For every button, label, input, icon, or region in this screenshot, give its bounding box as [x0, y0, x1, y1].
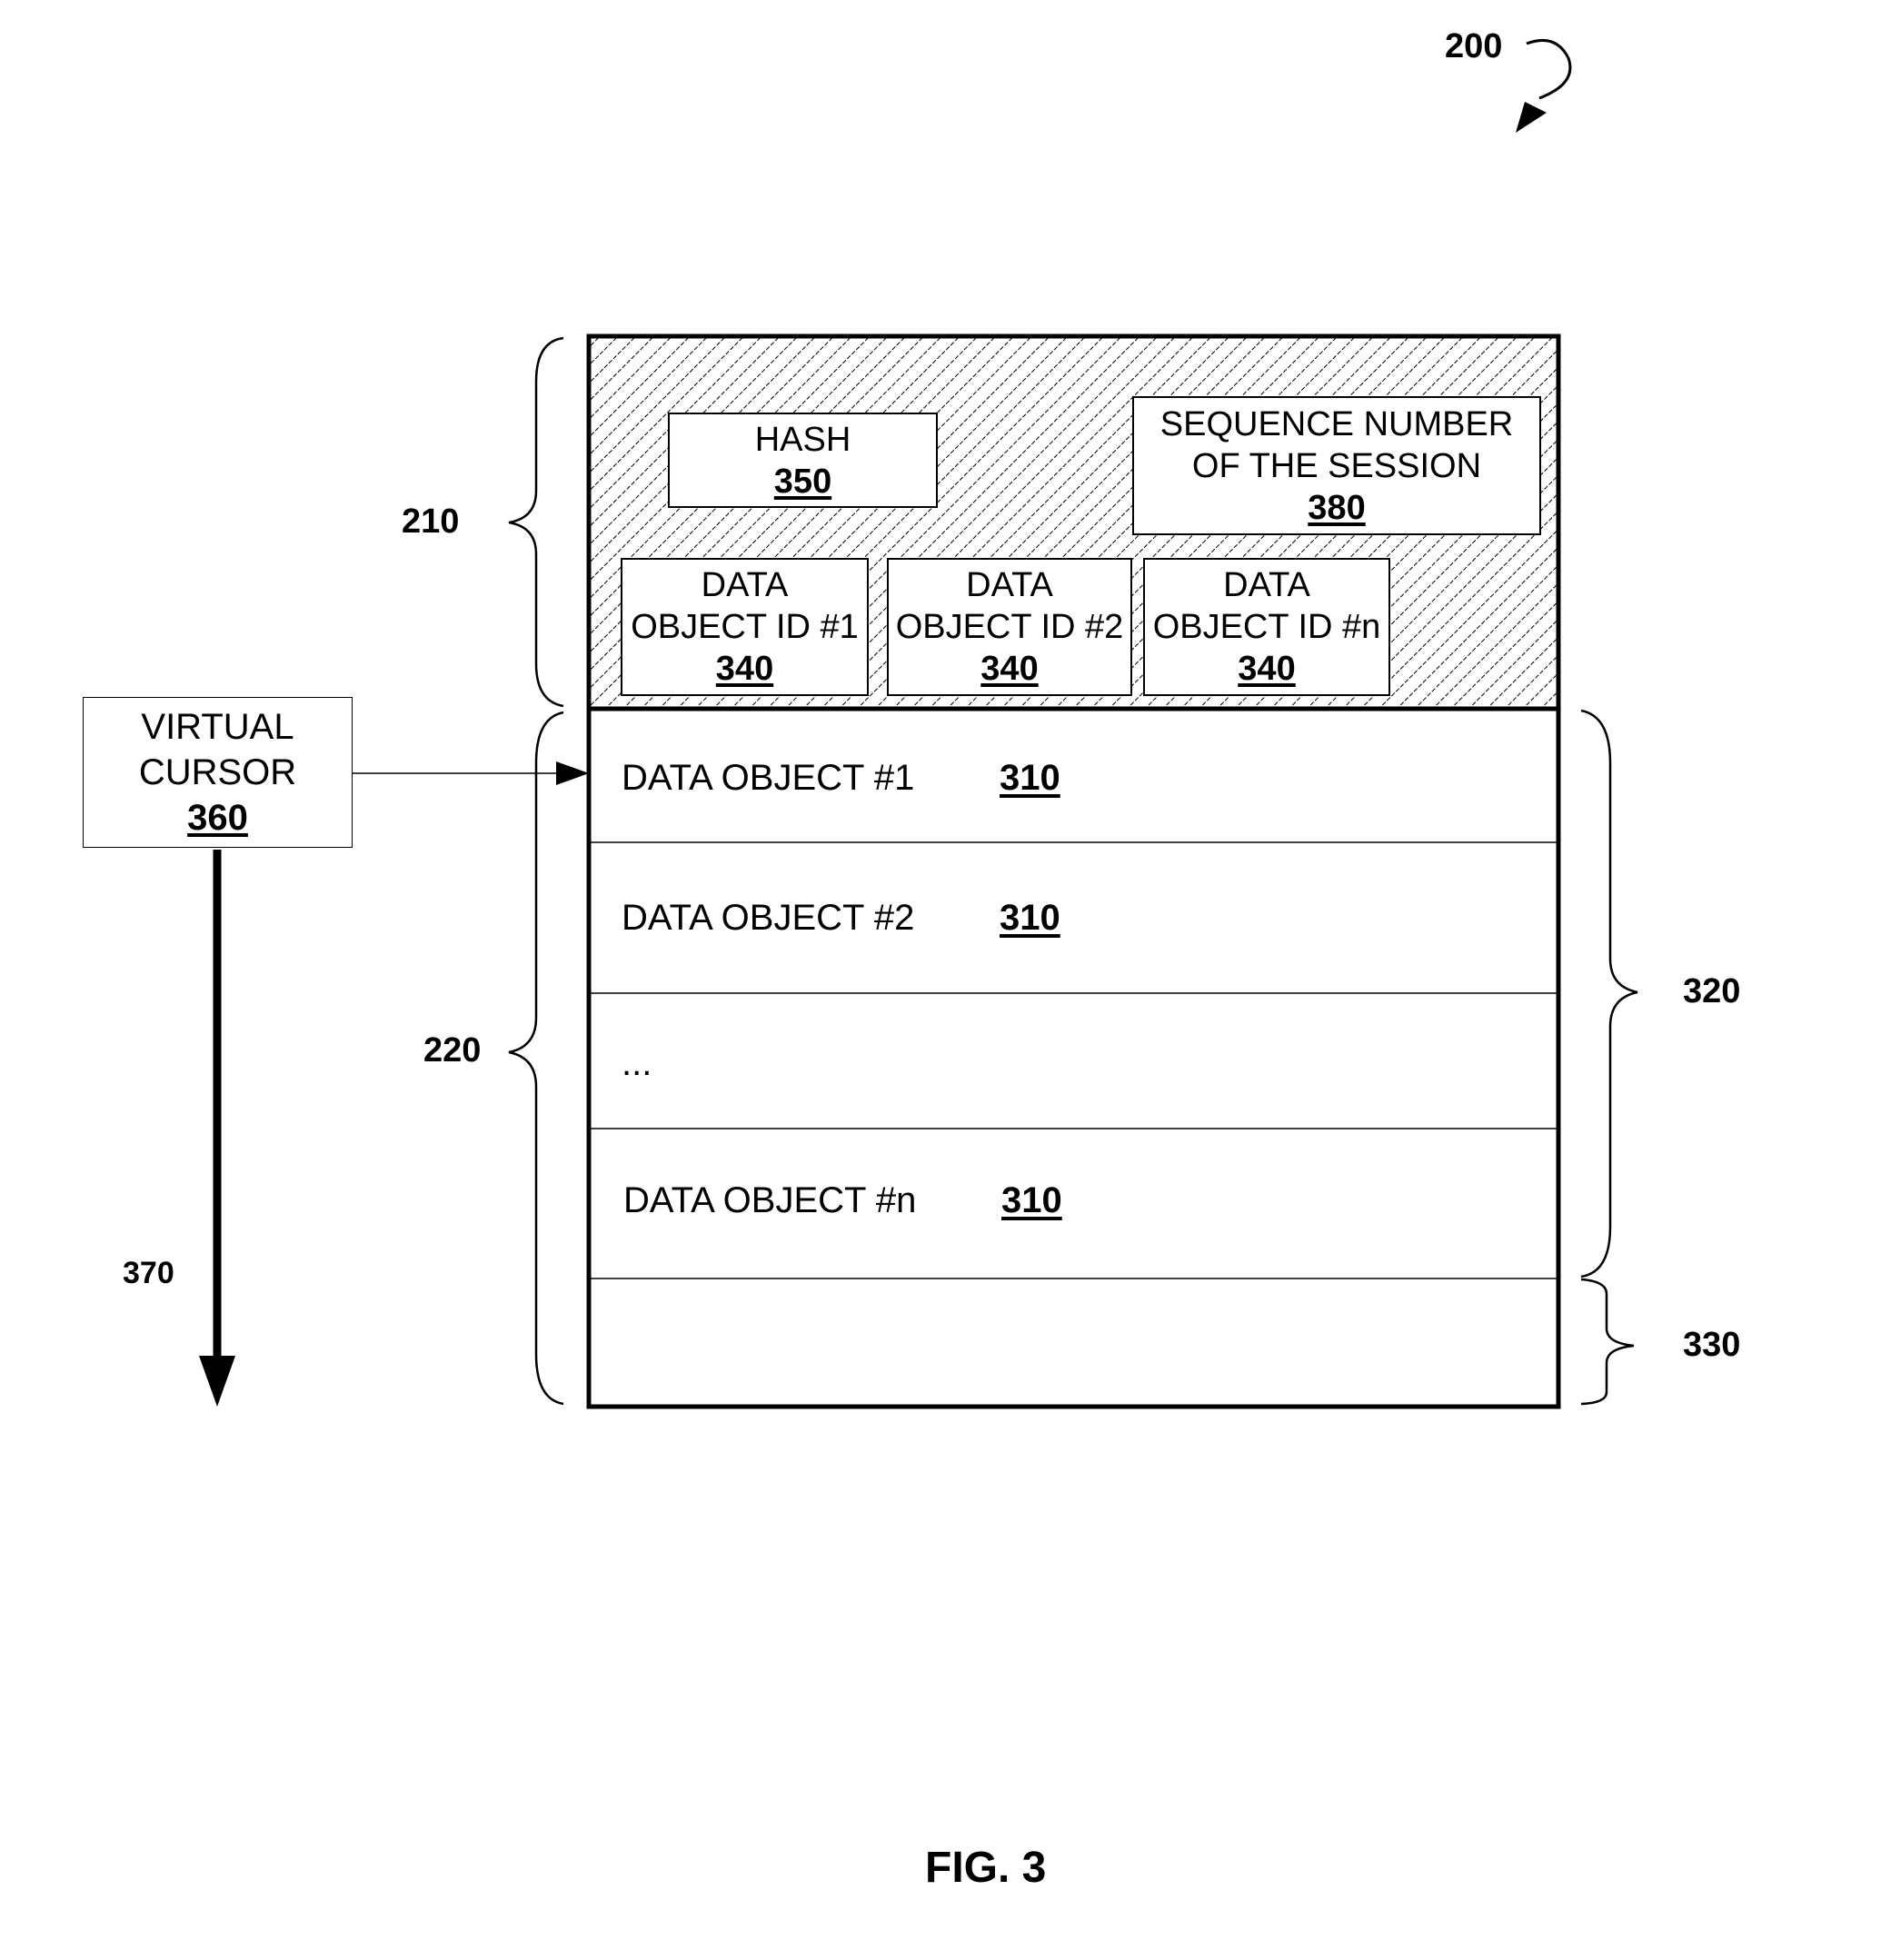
data-object-id-box-2: DATA OBJECT ID #2 340 [887, 558, 1132, 696]
diagram-lines [199, 39, 1638, 1409]
ref-210: 210 [402, 502, 460, 541]
ref-330: 330 [1683, 1326, 1741, 1364]
cursor-direction-arrowhead [199, 1356, 235, 1407]
ref-200-arrowhead [1516, 102, 1547, 133]
figure-caption: FIG. 3 [925, 1844, 1047, 1892]
brace-320 [1580, 709, 1638, 1278]
cursor-line1: VIRTUAL [141, 707, 294, 747]
cursor-line2: CURSOR [138, 752, 297, 792]
id-line2: OBJECT ID #2 [895, 608, 1124, 646]
data-object-id-box-n: DATA OBJECT ID #n 340 [1143, 558, 1390, 696]
ref-200: 200 [1445, 27, 1503, 65]
sequence-num: 380 [1308, 488, 1366, 527]
cursor-pointer-arrowhead [556, 761, 589, 785]
ref-370: 370 [123, 1256, 174, 1290]
hash-num: 350 [773, 462, 832, 501]
brace-330 [1580, 1278, 1635, 1406]
data-object-id-box-1: DATA OBJECT ID #1 340 [621, 558, 869, 696]
data-object-row-1-num: 310 [1000, 758, 1060, 798]
data-object-row-1-label: DATA OBJECT #1 [622, 758, 915, 798]
ref-220: 220 [423, 1031, 482, 1070]
id-line2: OBJECT ID #1 [631, 608, 859, 646]
data-object-row-2-label: DATA OBJECT #2 [622, 898, 915, 938]
ref-200-curve [1526, 39, 1572, 100]
ref-320: 320 [1683, 972, 1741, 1010]
data-object-row-n-label: DATA OBJECT #n [623, 1180, 917, 1220]
data-object-row-ellipsis: ... [622, 1043, 652, 1083]
id-num: 340 [980, 650, 1039, 688]
sequence-number-box: SEQUENCE NUMBER OF THE SESSION 380 [1132, 396, 1541, 535]
virtual-cursor-box: VIRTUAL CURSOR 360 [83, 697, 353, 848]
id-num: 340 [1238, 650, 1296, 688]
id-line1: DATA [701, 566, 789, 604]
id-line1: DATA [966, 566, 1053, 604]
data-object-row-n-num: 310 [1001, 1180, 1062, 1220]
hash-label: HASH [754, 420, 851, 459]
id-line1: DATA [1223, 566, 1310, 604]
sequence-line2: OF THE SESSION [1191, 446, 1482, 485]
id-num: 340 [715, 650, 774, 688]
cursor-num: 360 [187, 798, 248, 838]
brace-210 [508, 336, 564, 708]
data-object-row-2-num: 310 [1000, 898, 1060, 938]
hash-box: HASH 350 [668, 413, 938, 508]
id-line2: OBJECT ID #n [1152, 608, 1381, 646]
sequence-line1: SEQUENCE NUMBER [1159, 404, 1514, 443]
brace-220 [508, 711, 564, 1406]
